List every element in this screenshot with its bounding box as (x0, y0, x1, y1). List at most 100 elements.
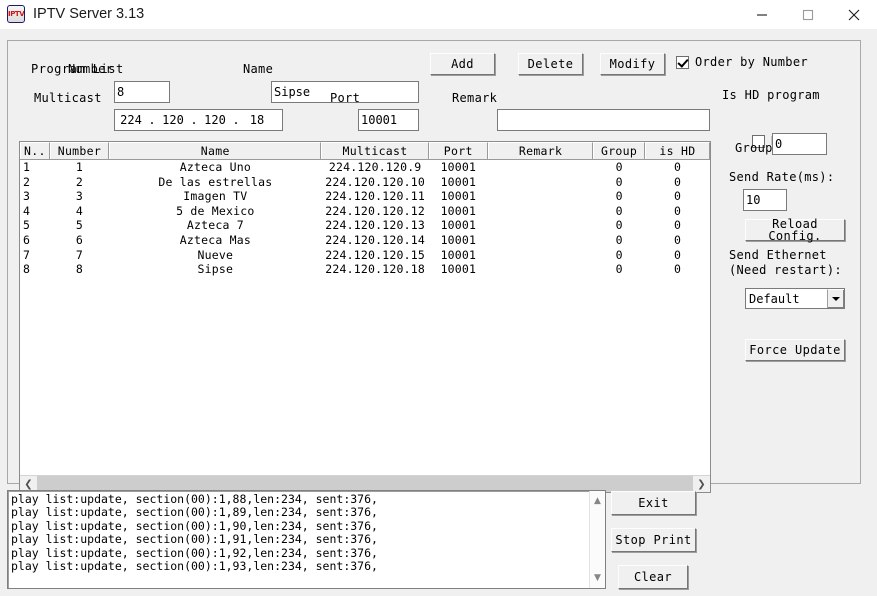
multicast-ip-input[interactable]: 224 . 120 . 120 . 18 (114, 109, 283, 131)
table-cell: 3 (75, 189, 84, 204)
table-row[interactable]: 4 4 5 de Mexico 224.120.120.12 10001 0 0 (20, 204, 710, 219)
table-cell: 5 de Mexico (176, 203, 255, 218)
remark-label: Remark (452, 91, 498, 105)
multicast-octet-3[interactable]: 120 (199, 113, 231, 127)
send-rate-label: Send Rate(ms): (729, 170, 835, 184)
table-cell: 5 (75, 218, 84, 233)
table-row[interactable]: 6 6 Azteca Mas 224.120.120.14 10001 0 0 (20, 233, 710, 248)
table-col-is-hd[interactable]: is HD (644, 142, 710, 159)
multicast-octet-4[interactable]: 18 (241, 113, 273, 127)
program-table[interactable]: N.. Number Name Multicast Port Remark Gr… (19, 141, 711, 493)
table-col-group[interactable]: Group (593, 142, 645, 159)
table-cell: 224.120.120.10 (325, 174, 425, 189)
table-cell: 0 (615, 203, 623, 218)
multicast-label: Multicast (34, 91, 102, 105)
table-col-n[interactable]: N.. (20, 142, 50, 159)
table-cell: 0 (673, 174, 682, 189)
name-label: Name (243, 62, 274, 76)
table-cell: 1 (75, 160, 84, 174)
send-ethernet-label-line1: Send Ethernet (729, 248, 827, 262)
table-cell: 10001 (440, 232, 477, 247)
maximize-icon (802, 9, 814, 20)
table-col-multicast[interactable]: Multicast (321, 142, 429, 159)
table-cell: 0 (615, 262, 623, 277)
table-cell: 224.120.120.11 (325, 189, 425, 204)
order-by-number-box-icon[interactable] (676, 55, 689, 69)
multicast-octet-2[interactable]: 120 (157, 113, 189, 127)
table-row[interactable]: 3 3 Imagen TV 224.120.120.11 10001 0 0 (20, 189, 710, 204)
port-input[interactable] (358, 109, 419, 131)
table-cell: 7 (23, 247, 31, 262)
table-cell: 224.120.120.12 (325, 203, 425, 218)
table-cell: 10001 (440, 218, 477, 233)
app-icon-label: IPTV (8, 10, 25, 18)
table-row[interactable]: 8 8 Sipse 224.120.120.18 10001 0 0 (20, 262, 710, 277)
table-cell: Nueve (197, 247, 234, 262)
modify-button[interactable]: Modify (600, 53, 665, 75)
table-cell: 2 (23, 174, 31, 189)
table-cell: 10001 (440, 160, 477, 174)
number-label: Number (68, 62, 114, 76)
table-body: 1 1 Azteca Uno 224.120.120.9 10001 0 0 2 2 De las… (20, 160, 710, 475)
multicast-dot-2: . (190, 113, 198, 127)
table-col-remark[interactable]: Remark (487, 142, 594, 159)
ethernet-dropdown[interactable]: Default (745, 288, 845, 309)
app-icon: IPTV (7, 5, 25, 23)
log-vertical-scrollbar[interactable]: ▲ ▼ (589, 491, 605, 588)
scroll-down-icon[interactable]: ▼ (590, 570, 605, 586)
minimize-icon (757, 13, 767, 16)
table-cell: 8 (23, 262, 31, 277)
window-title: IPTV Server 3.13 (33, 6, 145, 22)
scroll-up-icon[interactable]: ▲ (590, 493, 605, 509)
table-cell: 0 (673, 262, 682, 277)
table-col-number[interactable]: Number (49, 142, 110, 159)
table-cell: 1 (23, 160, 31, 174)
close-button[interactable] (831, 0, 877, 29)
chevron-down-icon[interactable] (827, 289, 844, 308)
table-row[interactable]: 1 1 Azteca Uno 224.120.120.9 10001 0 0 (20, 160, 710, 175)
table-cell: 0 (615, 160, 623, 174)
table-col-port[interactable]: Port (428, 142, 488, 159)
multicast-dot-3: . (232, 113, 240, 127)
table-cell: Azteca Uno (179, 160, 251, 174)
table-header-row: N.. Number Name Multicast Port Remark Gr… (20, 142, 710, 160)
stop-print-button[interactable]: Stop Print (611, 528, 696, 552)
table-col-name[interactable]: Name (109, 142, 322, 159)
minimize-button[interactable] (739, 0, 785, 29)
table-row[interactable]: 7 7 Nueve 224.120.120.15 10001 0 0 (20, 248, 710, 263)
table-cell (488, 262, 593, 277)
number-input[interactable] (114, 81, 170, 103)
scroll-right-icon[interactable]: ❯ (693, 476, 710, 492)
table-row[interactable]: 5 5 Azteca 7 224.120.120.13 10001 0 0 (20, 218, 710, 233)
group-input[interactable] (772, 133, 827, 155)
delete-button[interactable]: Delete (518, 53, 583, 75)
table-cell: 224.120.120.9 (328, 160, 422, 174)
table-cell: 10001 (440, 174, 477, 189)
table-cell: 8 (75, 262, 84, 277)
force-update-button[interactable]: Force Update (745, 339, 845, 361)
log-output-panel[interactable]: play list:update, section(00):1,88,len:2… (7, 490, 606, 589)
table-cell (488, 160, 593, 175)
ethernet-selected-value: Default (749, 291, 800, 306)
table-cell: 5 (23, 218, 31, 233)
title-bar: IPTV IPTV Server 3.13 (0, 0, 877, 30)
table-cell: 224.120.120.15 (325, 247, 425, 262)
table-cell: Azteca 7 (186, 218, 244, 233)
table-row[interactable]: 2 2 De las estrellas 224.120.120.10 10001 0 0 (20, 175, 710, 190)
maximize-button[interactable] (785, 0, 831, 29)
is-hd-program-label: Is HD program (722, 88, 820, 102)
table-cell: De las estrellas (158, 174, 273, 189)
remark-input[interactable] (497, 109, 710, 131)
clear-button[interactable]: Clear (618, 565, 688, 589)
table-cell: 0 (673, 218, 682, 233)
add-button[interactable]: Add (430, 53, 495, 75)
order-by-number-checkbox[interactable]: Order by Number (676, 55, 808, 69)
exit-button[interactable]: Exit (611, 491, 696, 515)
table-cell: 0 (615, 174, 623, 189)
send-rate-input[interactable] (743, 189, 787, 211)
multicast-octet-1[interactable]: 224 (115, 113, 147, 127)
reload-config-button[interactable]: Reload Config. (745, 218, 845, 242)
table-cell: Azteca Mas (179, 232, 251, 247)
log-text: play list:update, section(00):1,88,len:2… (11, 492, 378, 574)
table-cell (488, 248, 593, 263)
